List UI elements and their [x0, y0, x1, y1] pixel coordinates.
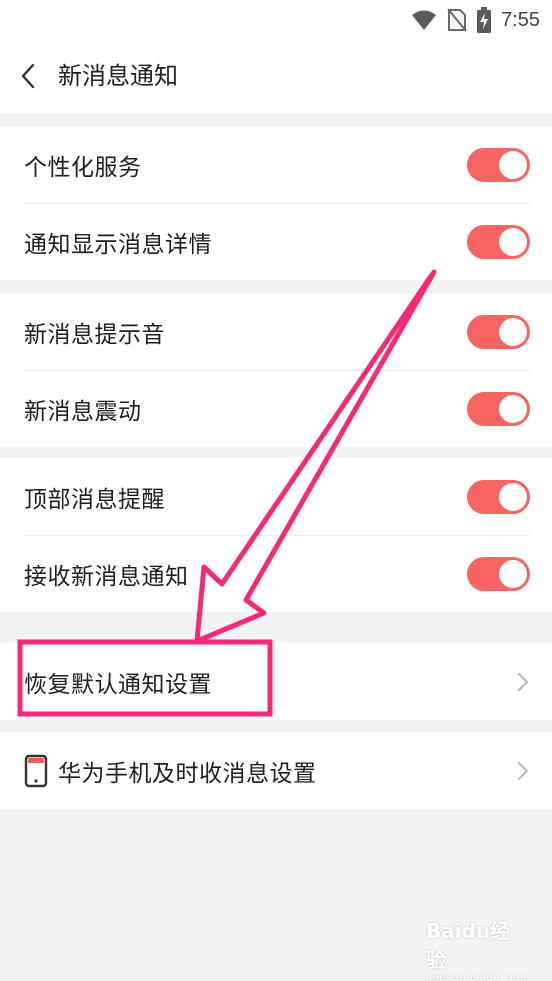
toggle-knob — [499, 227, 527, 256]
chevron-left-icon — [21, 63, 35, 89]
status-bar: 7:55 — [0, 0, 552, 40]
setting-label: 通知显示消息详情 — [24, 231, 212, 258]
setting-row-top-reminder[interactable]: 顶部消息提醒 — [0, 458, 552, 535]
wifi-icon — [412, 10, 437, 30]
receive-notifications-toggle[interactable] — [467, 556, 530, 591]
page-title: 新消息通知 — [58, 62, 178, 90]
setting-row-restore-defaults[interactable]: 恢复默认通知设置 — [0, 643, 552, 720]
setting-label: 华为手机及时收消息设置 — [58, 760, 317, 787]
setting-label: 新消息提示音 — [24, 321, 165, 348]
vibration-toggle[interactable] — [467, 391, 530, 426]
top-reminder-toggle[interactable] — [467, 479, 530, 514]
personalized-service-toggle[interactable] — [467, 147, 530, 182]
no-sim-icon — [447, 8, 467, 32]
setting-row-personalized-service[interactable]: 个性化服务 — [0, 126, 552, 203]
setting-row-receive-notifications[interactable]: 接收新消息通知 — [0, 535, 552, 612]
chevron-right-icon — [518, 672, 528, 691]
setting-label: 恢复默认通知设置 — [24, 671, 212, 698]
watermark-url: jingyan.baidu.com — [426, 973, 527, 981]
setting-label: 个性化服务 — [24, 154, 142, 181]
settings-group-alerts: 顶部消息提醒 接收新消息通知 — [0, 458, 552, 612]
setting-label: 接收新消息通知 — [24, 563, 189, 590]
status-icons: 7:55 — [411, 6, 540, 34]
setting-row-vibration[interactable]: 新消息震动 — [0, 370, 552, 447]
toggle-knob — [499, 317, 527, 346]
show-details-toggle[interactable] — [467, 224, 530, 259]
setting-row-huawei-settings[interactable]: 华为手机及时收消息设置 — [0, 732, 552, 809]
notification-sound-toggle[interactable] — [467, 314, 530, 349]
settings-group-sound: 新消息提示音 新消息震动 — [0, 293, 552, 447]
watermark-logo: Baidu经验 — [426, 919, 511, 972]
chevron-right-icon — [518, 761, 528, 780]
setting-row-show-details[interactable]: 通知显示消息详情 — [0, 203, 552, 280]
toggle-knob — [499, 394, 527, 423]
back-button[interactable] — [12, 60, 44, 92]
status-time: 7:55 — [501, 8, 540, 31]
settings-group-personalization: 个性化服务 通知显示消息详情 — [0, 126, 552, 280]
watermark: Baidu经验 jingyan.baidu.com — [426, 915, 526, 981]
phone-icon — [24, 754, 48, 787]
setting-label: 新消息震动 — [24, 398, 142, 425]
battery-charging-icon — [477, 7, 492, 33]
settings-group-huawei: 华为手机及时收消息设置 — [0, 732, 552, 809]
toggle-knob — [499, 150, 527, 179]
setting-row-notification-sound[interactable]: 新消息提示音 — [0, 293, 552, 370]
toggle-knob — [499, 482, 527, 511]
setting-label: 顶部消息提醒 — [24, 486, 165, 513]
settings-group-restore: 恢复默认通知设置 — [0, 643, 552, 720]
toggle-knob — [499, 559, 527, 588]
app-header: 新消息通知 — [0, 40, 552, 114]
